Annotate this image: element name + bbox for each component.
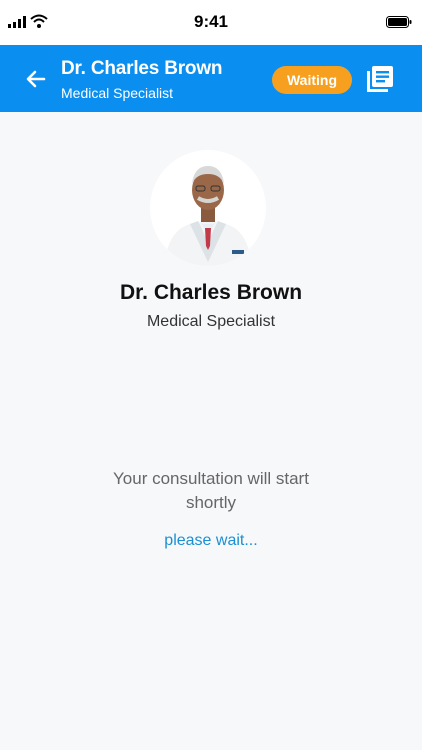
doctor-photo bbox=[150, 150, 266, 266]
header-doctor-role: Medical Specialist bbox=[61, 85, 174, 101]
header-doctor-name: Dr. Charles Brown bbox=[61, 58, 223, 79]
consultation-message: Your consultation will start shortly bbox=[113, 469, 309, 512]
battery-icon bbox=[386, 16, 412, 28]
doctor-avatar bbox=[150, 150, 266, 266]
status-badge: Waiting bbox=[272, 66, 352, 94]
doctor-role: Medical Specialist bbox=[146, 313, 276, 330]
status-bar: 9:41 bbox=[0, 0, 422, 45]
doctor-name: Dr. Charles Brown bbox=[119, 281, 303, 304]
app-header: Dr. Charles Brown Medical Specialist Wai… bbox=[0, 45, 422, 112]
back-arrow-icon[interactable] bbox=[24, 67, 48, 91]
notes-icon[interactable] bbox=[366, 65, 394, 93]
please-wait-text: please wait... bbox=[164, 532, 258, 549]
status-time: 9:41 bbox=[193, 12, 229, 31]
